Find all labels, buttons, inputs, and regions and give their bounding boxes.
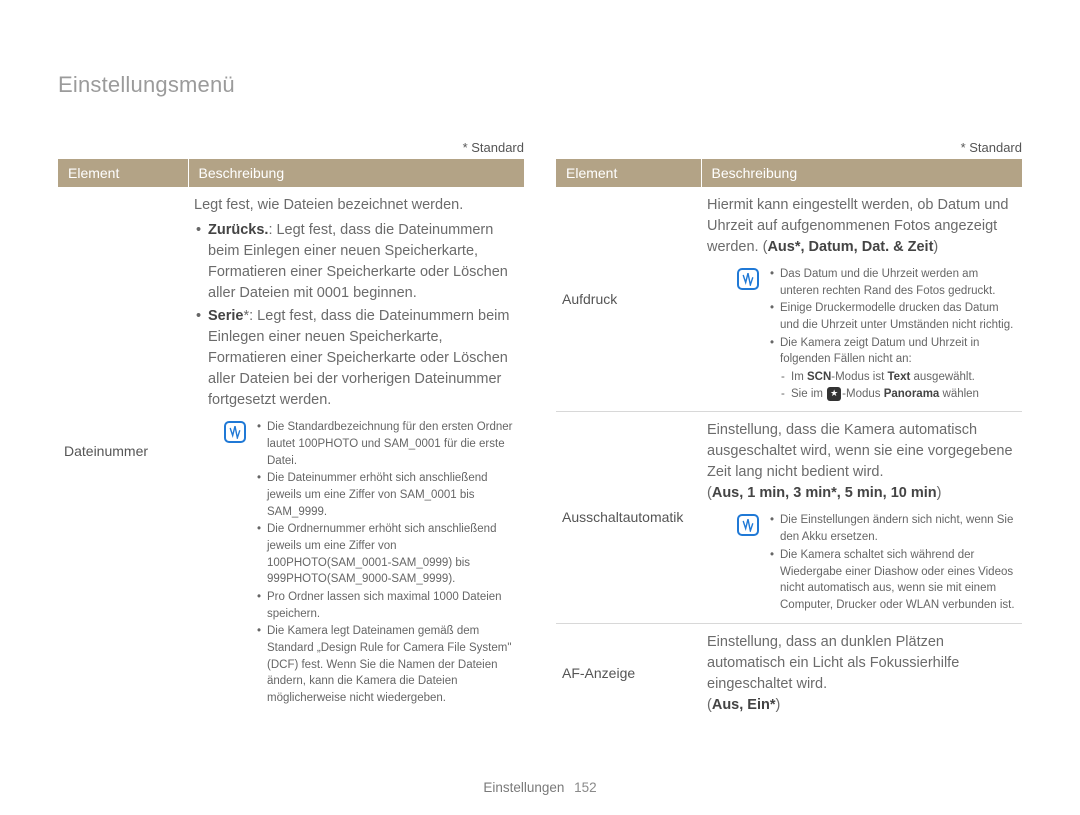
desc-intro: Einstellung, dass an dunklen Plätzen aut… <box>707 634 959 692</box>
note-item: Einige Druckermodelle drucken das Datum … <box>769 300 1016 333</box>
right-column: * Standard Element Beschreibung Aufdruck… <box>556 140 1022 724</box>
note-item: Die Kamera schaltet sich während der Wie… <box>769 547 1016 614</box>
note-text: Die Kamera zeigt Datum und Uhrzeit in fo… <box>780 337 979 366</box>
table-row: Ausschaltautomatik Einstellung, dass die… <box>556 412 1022 623</box>
note-item: Die Dateinummer erhöht sich anschließend… <box>256 470 518 520</box>
note-item: Die Standardbezeichnung für den ersten O… <box>256 419 518 469</box>
settings-table-left: Element Beschreibung Dateinummer Legt fe… <box>58 159 524 716</box>
content-columns: * Standard Element Beschreibung Dateinum… <box>58 140 1022 724</box>
page-footer: Einstellungen 152 <box>0 780 1080 795</box>
note-item: Die Kamera legt Dateinamen gemäß dem Sta… <box>256 623 518 706</box>
table-row: Aufdruck Hiermit kann eingestellt werden… <box>556 187 1022 412</box>
options-text: Aus, Ein* <box>712 697 776 713</box>
panorama-mode: Panorama <box>884 388 940 400</box>
option-label: Serie <box>208 308 243 324</box>
desc-intro: Legt fest, wie Dateien bezeichnet werden… <box>194 197 463 213</box>
option-item: Zurücks.: Legt fest, dass die Dateinumme… <box>194 220 518 304</box>
element-cell: Dateinummer <box>58 187 188 716</box>
description-cell: Legt fest, wie Dateien bezeichnet werden… <box>188 187 524 716</box>
settings-table-right: Element Beschreibung Aufdruck Hiermit ka… <box>556 159 1022 724</box>
t: Im <box>791 371 807 383</box>
t: Sie im <box>791 388 826 400</box>
table-row: AF-Anzeige Einstellung, dass an dunklen … <box>556 623 1022 724</box>
note-box: Die Standardbezeichnung für den ersten O… <box>224 419 518 707</box>
standard-note-left: * Standard <box>58 140 524 155</box>
description-cell: Einstellung, dass die Kamera automatisch… <box>701 412 1022 623</box>
option-label: Zurücks. <box>208 222 268 238</box>
note-icon <box>224 421 246 443</box>
table-row: Dateinummer Legt fest, wie Dateien bezei… <box>58 187 524 716</box>
description-cell: Hiermit kann eingestellt werden, ob Datu… <box>701 187 1022 412</box>
desc-intro: Einstellung, dass die Kamera automatisch… <box>707 422 1013 480</box>
note-box: Das Datum und die Uhrzeit werden am unte… <box>737 266 1016 403</box>
element-cell: Aufdruck <box>556 187 701 412</box>
option-item: Serie*: Legt fest, dass die Dateinummern… <box>194 306 518 411</box>
footer-section: Einstellungen <box>483 780 564 795</box>
note-item: Pro Ordner lassen sich maximal 1000 Date… <box>256 589 518 622</box>
page-number: 152 <box>574 780 597 795</box>
page-title: Einstellungsmenü <box>58 72 1022 98</box>
star-mode-icon <box>827 387 841 401</box>
close-paren: ) <box>933 239 938 255</box>
note-item: Die Ordnernummer erhöht sich anschließen… <box>256 521 518 588</box>
t: ausgewählt. <box>910 371 975 383</box>
note-subitem: Sie im -Modus Panorama wählen <box>780 386 1016 403</box>
note-item: Die Einstellungen ändern sich nicht, wen… <box>769 512 1016 545</box>
description-cell: Einstellung, dass an dunklen Plätzen aut… <box>701 623 1022 724</box>
col-header-description: Beschreibung <box>701 159 1022 187</box>
standard-note-right: * Standard <box>556 140 1022 155</box>
note-icon <box>737 514 759 536</box>
note-item: Die Kamera zeigt Datum und Uhrzeit in fo… <box>769 335 1016 403</box>
note-box: Die Einstellungen ändern sich nicht, wen… <box>737 512 1016 614</box>
element-cell: AF-Anzeige <box>556 623 701 724</box>
options-text: Aus, 1 min, 3 min*, 5 min, 10 min <box>712 485 937 501</box>
t: wählen <box>939 388 979 400</box>
note-item: Das Datum und die Uhrzeit werden am unte… <box>769 266 1016 299</box>
scn-mode: SCN <box>807 371 831 383</box>
left-column: * Standard Element Beschreibung Dateinum… <box>58 140 524 724</box>
note-icon <box>737 268 759 290</box>
col-header-description: Beschreibung <box>188 159 524 187</box>
t: -Modus ist <box>831 371 887 383</box>
option-text: *: Legt fest, dass die Dateinummern beim… <box>208 308 509 408</box>
note-subitem: Im SCN-Modus ist Text ausgewählt. <box>780 369 1016 386</box>
options-text: Aus*, Datum, Dat. & Zeit <box>767 239 933 255</box>
col-header-element: Element <box>556 159 701 187</box>
text-mode: Text <box>888 371 911 383</box>
element-cell: Ausschaltautomatik <box>556 412 701 623</box>
col-header-element: Element <box>58 159 188 187</box>
t: -Modus <box>842 388 884 400</box>
